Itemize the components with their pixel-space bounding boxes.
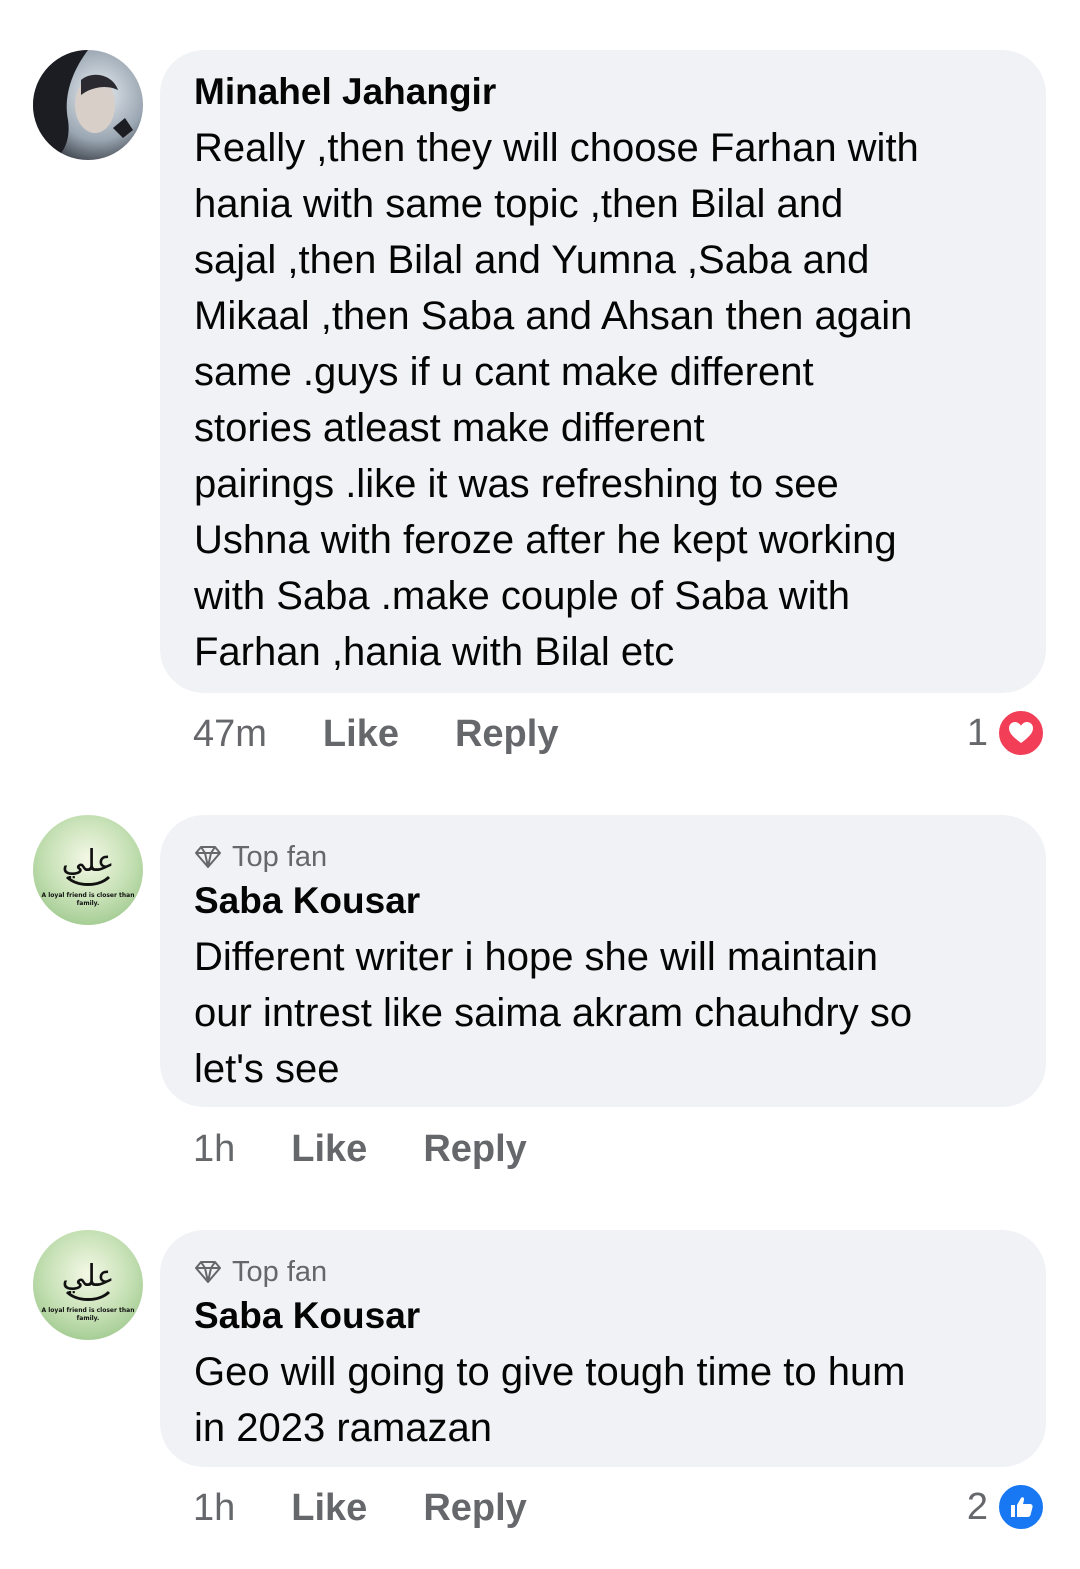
badge-label: Top fan bbox=[232, 840, 328, 873]
svg-text:علي: علي bbox=[62, 844, 115, 879]
reaction-summary[interactable]: 1 bbox=[967, 708, 1046, 758]
badge-label: Top fan bbox=[232, 1255, 328, 1288]
profile-photo bbox=[33, 50, 143, 160]
reply-button[interactable]: Reply bbox=[423, 1128, 526, 1171]
svg-text:family.: family. bbox=[77, 1315, 100, 1322]
profile-photo: علي A loyal friend is closer than family… bbox=[33, 1230, 143, 1340]
comment-author[interactable]: Saba Kousar bbox=[194, 879, 1026, 923]
svg-text:family.: family. bbox=[77, 900, 100, 907]
comment-author[interactable]: Saba Kousar bbox=[194, 1294, 1026, 1338]
comment-actions: 47m Like Reply bbox=[193, 713, 558, 756]
diamond-icon bbox=[195, 1261, 221, 1283]
comment-text: Really ,then they will choose Farhan wit… bbox=[194, 126, 919, 674]
profile-photo: علي A loyal friend is closer than family… bbox=[33, 815, 143, 925]
comment-actions: 1h Like Reply bbox=[193, 1487, 527, 1530]
comment-text: Different writer i hope she will maintai… bbox=[194, 935, 913, 1091]
reaction-count: 2 bbox=[966, 1485, 988, 1528]
comment-bubble: Minahel Jahangir Really ,then they will … bbox=[160, 50, 1046, 693]
svg-text:علي: علي bbox=[62, 1259, 115, 1294]
reply-button[interactable]: Reply bbox=[423, 1487, 526, 1530]
like-button[interactable]: Like bbox=[323, 713, 399, 756]
top-fan-badge[interactable]: Top fan bbox=[194, 837, 1026, 877]
comment-author[interactable]: Minahel Jahangir bbox=[194, 70, 1026, 114]
comment-text: Geo will going to give tough time to hum… bbox=[194, 1350, 906, 1450]
avatar[interactable]: علي A loyal friend is closer than family… bbox=[33, 1230, 143, 1340]
svg-text:A loyal friend is closer than: A loyal friend is closer than bbox=[42, 1307, 135, 1314]
comment-timestamp[interactable]: 47m bbox=[193, 713, 267, 756]
reaction-summary[interactable]: 2 bbox=[967, 1482, 1046, 1532]
avatar[interactable] bbox=[33, 50, 143, 160]
svg-text:A loyal friend is closer than: A loyal friend is closer than bbox=[42, 892, 135, 899]
like-button[interactable]: Like bbox=[291, 1487, 367, 1530]
comment-actions: 1h Like Reply bbox=[193, 1128, 527, 1171]
comment-bubble: Top fan Saba Kousar Different writer i h… bbox=[160, 815, 1046, 1107]
avatar[interactable]: علي A loyal friend is closer than family… bbox=[33, 815, 143, 925]
reply-button[interactable]: Reply bbox=[455, 713, 558, 756]
top-fan-badge[interactable]: Top fan bbox=[194, 1252, 1026, 1292]
comment-timestamp[interactable]: 1h bbox=[193, 1128, 235, 1171]
love-icon bbox=[996, 708, 1046, 758]
like-icon bbox=[996, 1482, 1046, 1532]
comment-bubble: Top fan Saba Kousar Geo will going to gi… bbox=[160, 1230, 1046, 1467]
comment-timestamp[interactable]: 1h bbox=[193, 1487, 235, 1530]
diamond-icon bbox=[195, 846, 221, 868]
reaction-count: 1 bbox=[966, 711, 988, 754]
like-button[interactable]: Like bbox=[291, 1128, 367, 1171]
